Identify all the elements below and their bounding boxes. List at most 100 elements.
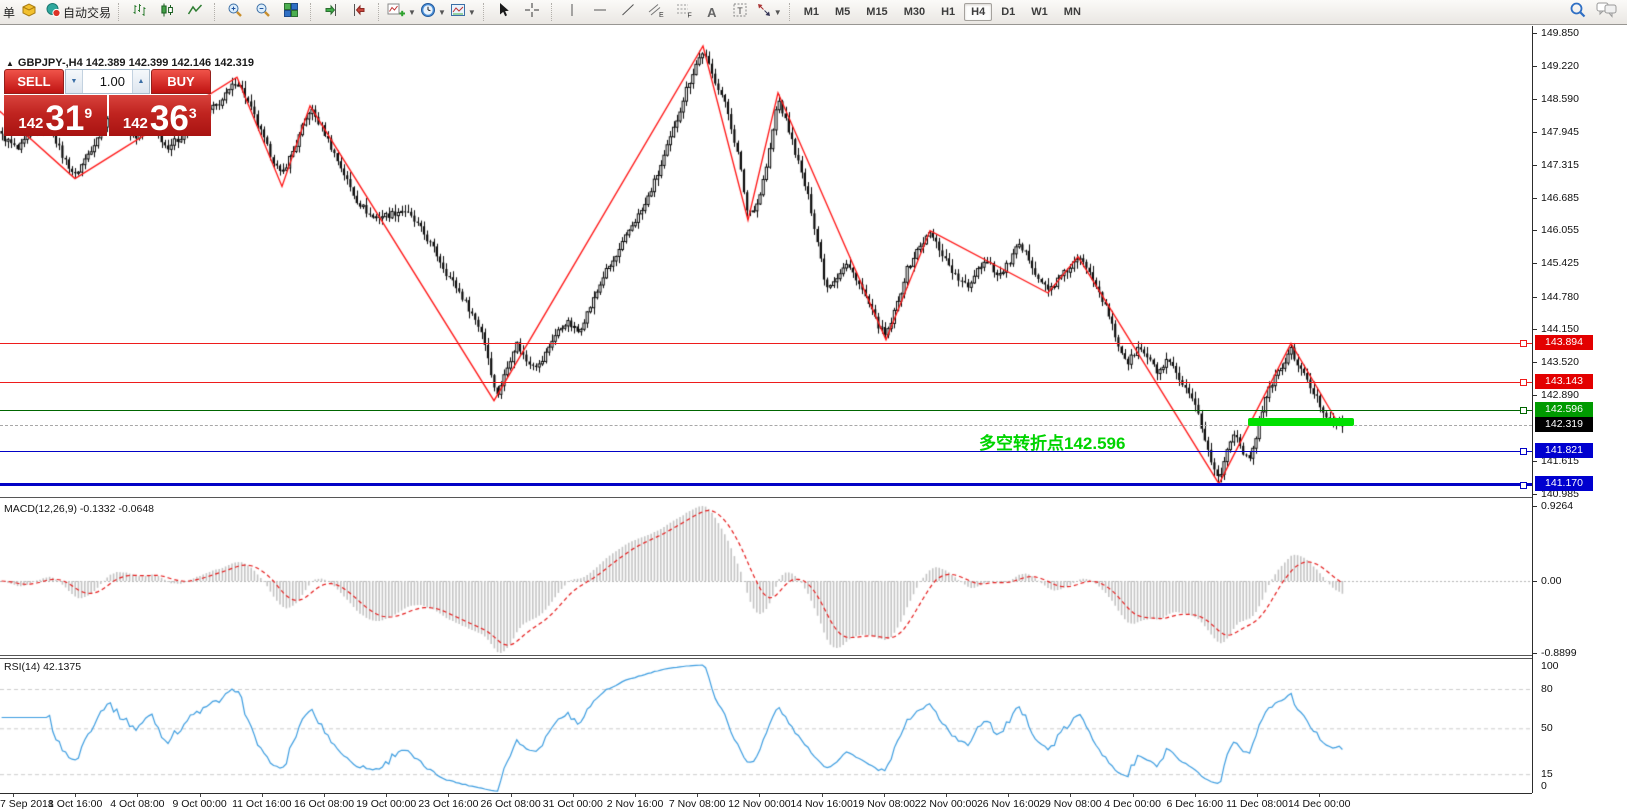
macd-canvas[interactable] <box>0 500 1532 655</box>
one-click-trade-panel: SELL ▼ 1.00 ▲ BUY 142 31 9 142 36 3 <box>4 69 211 136</box>
volume-decrease-button[interactable]: ▼ <box>66 70 83 93</box>
timeframe-m5[interactable]: M5 <box>828 3 857 21</box>
sell-price-prefix: 142 <box>18 115 43 132</box>
price-badge: 141.821 <box>1535 443 1593 458</box>
timeframe-group: M1M5M15M30H1H4D1W1MN <box>796 3 1089 21</box>
svg-text:T: T <box>737 5 743 15</box>
timeframe-w1[interactable]: W1 <box>1024 3 1055 21</box>
tile-windows-button[interactable] <box>277 2 305 23</box>
time-axis[interactable]: 7 Sep 20181 Oct 16:004 Oct 08:009 Oct 00… <box>0 794 1627 812</box>
candlestick-chart-button[interactable] <box>153 2 181 23</box>
price-tick <box>1533 329 1537 330</box>
line-anchor-handle[interactable] <box>1520 482 1527 489</box>
new-order-label[interactable]: 单 <box>3 4 15 21</box>
price-axis[interactable]: 149.850149.220148.590147.945147.315146.6… <box>1532 26 1627 793</box>
time-axis-label: 11 Dec 08:00 <box>1226 798 1288 810</box>
buy-price-panel[interactable]: 142 36 3 <box>109 95 212 136</box>
timeframe-m15[interactable]: M15 <box>859 3 894 21</box>
time-tick <box>697 794 698 797</box>
autotrading-label: 自动交易 <box>63 4 111 21</box>
line-chart-icon <box>187 2 203 23</box>
sell-button[interactable]: SELL <box>4 69 64 94</box>
templates-button[interactable]: ▼ <box>448 2 478 23</box>
line-anchor-handle[interactable] <box>1520 340 1527 347</box>
buy-button[interactable]: BUY <box>151 69 211 94</box>
time-tick <box>262 794 263 797</box>
sell-price-panel[interactable]: 142 31 9 <box>4 95 107 136</box>
macd-pane[interactable]: MACD(12,26,9) -0.1332 -0.0648 <box>0 500 1532 655</box>
fibonacci-button[interactable]: F <box>670 2 698 23</box>
timeframe-m30[interactable]: M30 <box>897 3 932 21</box>
chart-shift-icon <box>351 2 367 23</box>
volume-value[interactable]: 1.00 <box>83 70 132 93</box>
rsi-pane[interactable]: RSI(14) 42.1375 <box>0 659 1532 793</box>
zoom-out-button[interactable] <box>249 2 277 23</box>
zoom-in-button[interactable] <box>221 2 249 23</box>
vertical-line-button[interactable] <box>558 2 586 23</box>
line-anchor-handle[interactable] <box>1520 407 1527 414</box>
price-axis-label: 148.590 <box>1541 93 1579 105</box>
green-highlight-segment[interactable] <box>1248 418 1354 426</box>
autotrading-icon <box>45 2 61 23</box>
price-tick <box>1533 165 1537 166</box>
rsi-axis-label: 100 <box>1541 660 1559 672</box>
candlestick-canvas[interactable] <box>0 26 1532 497</box>
cursor-button[interactable] <box>490 2 518 23</box>
time-tick <box>13 794 14 797</box>
horizontal-line-143.894[interactable] <box>0 343 1532 344</box>
tile-windows-icon <box>283 2 299 23</box>
horizontal-line-141.821[interactable] <box>0 451 1532 452</box>
periods-button[interactable]: ▼ <box>418 2 448 23</box>
toolbar-separator <box>378 3 380 21</box>
toolbar-separator <box>789 3 791 21</box>
rsi-label: RSI(14) 42.1375 <box>4 661 81 673</box>
market-watch-button[interactable] <box>15 2 43 23</box>
chevron-down-icon: ▼ <box>408 8 416 17</box>
text-button[interactable]: A <box>698 2 726 23</box>
toolbar-separator <box>483 3 485 21</box>
line-chart-button[interactable] <box>181 2 209 23</box>
mt4-window: 单 自动交易 <box>0 0 1627 812</box>
line-anchor-handle[interactable] <box>1520 379 1527 386</box>
time-tick <box>635 794 636 797</box>
text-label-button[interactable]: T <box>726 2 754 23</box>
time-axis-label: 4 Oct 08:00 <box>110 798 164 810</box>
bar-chart-button[interactable] <box>125 2 153 23</box>
timeframe-mn[interactable]: MN <box>1057 3 1088 21</box>
time-axis-label: 14 Dec 00:00 <box>1288 798 1350 810</box>
chat-button[interactable] <box>1592 2 1620 23</box>
timeframe-h1[interactable]: H1 <box>934 3 962 21</box>
auto-scroll-button[interactable] <box>317 2 345 23</box>
time-axis-label: 6 Dec 16:00 <box>1166 798 1223 810</box>
timeframe-h4[interactable]: H4 <box>964 3 992 21</box>
buy-price-sup: 3 <box>189 105 197 121</box>
buy-price-big: 36 <box>150 102 189 135</box>
search-button[interactable] <box>1564 2 1592 23</box>
price-tick <box>1533 198 1537 199</box>
svg-text:E: E <box>659 12 664 18</box>
chart-shift-button[interactable] <box>345 2 373 23</box>
equidistant-channel-button[interactable]: E <box>642 2 670 23</box>
rsi-canvas[interactable] <box>0 659 1532 793</box>
main-chart-pane[interactable]: ▲ GBPJPY-,H4 142.389 142.399 142.146 142… <box>0 26 1532 497</box>
crosshair-button[interactable] <box>518 2 546 23</box>
horizontal-line-143.143[interactable] <box>0 382 1532 383</box>
svg-text:F: F <box>687 12 691 18</box>
arrows-button[interactable]: ▼ <box>754 2 784 23</box>
line-anchor-handle[interactable] <box>1520 448 1527 455</box>
toolbar-separator <box>551 3 553 21</box>
timeframe-d1[interactable]: D1 <box>994 3 1022 21</box>
trendline-button[interactable] <box>614 2 642 23</box>
rsi-axis-label: 80 <box>1541 683 1553 695</box>
add-indicator-button[interactable]: ▼ <box>385 2 418 23</box>
volume-increase-button[interactable]: ▲ <box>132 70 149 93</box>
timeframe-m1[interactable]: M1 <box>797 3 826 21</box>
autotrading-button[interactable]: 自动交易 <box>43 2 113 23</box>
macd-label: MACD(12,26,9) -0.1332 -0.0648 <box>4 503 154 515</box>
time-axis-label: 7 Sep 2018 <box>0 798 54 810</box>
horizontal-line-button[interactable] <box>586 2 614 23</box>
time-tick <box>884 794 885 797</box>
horizontal-line-141.17[interactable] <box>0 483 1532 486</box>
add-indicator-icon <box>387 2 406 23</box>
horizontal-line-142.596[interactable] <box>0 410 1532 411</box>
